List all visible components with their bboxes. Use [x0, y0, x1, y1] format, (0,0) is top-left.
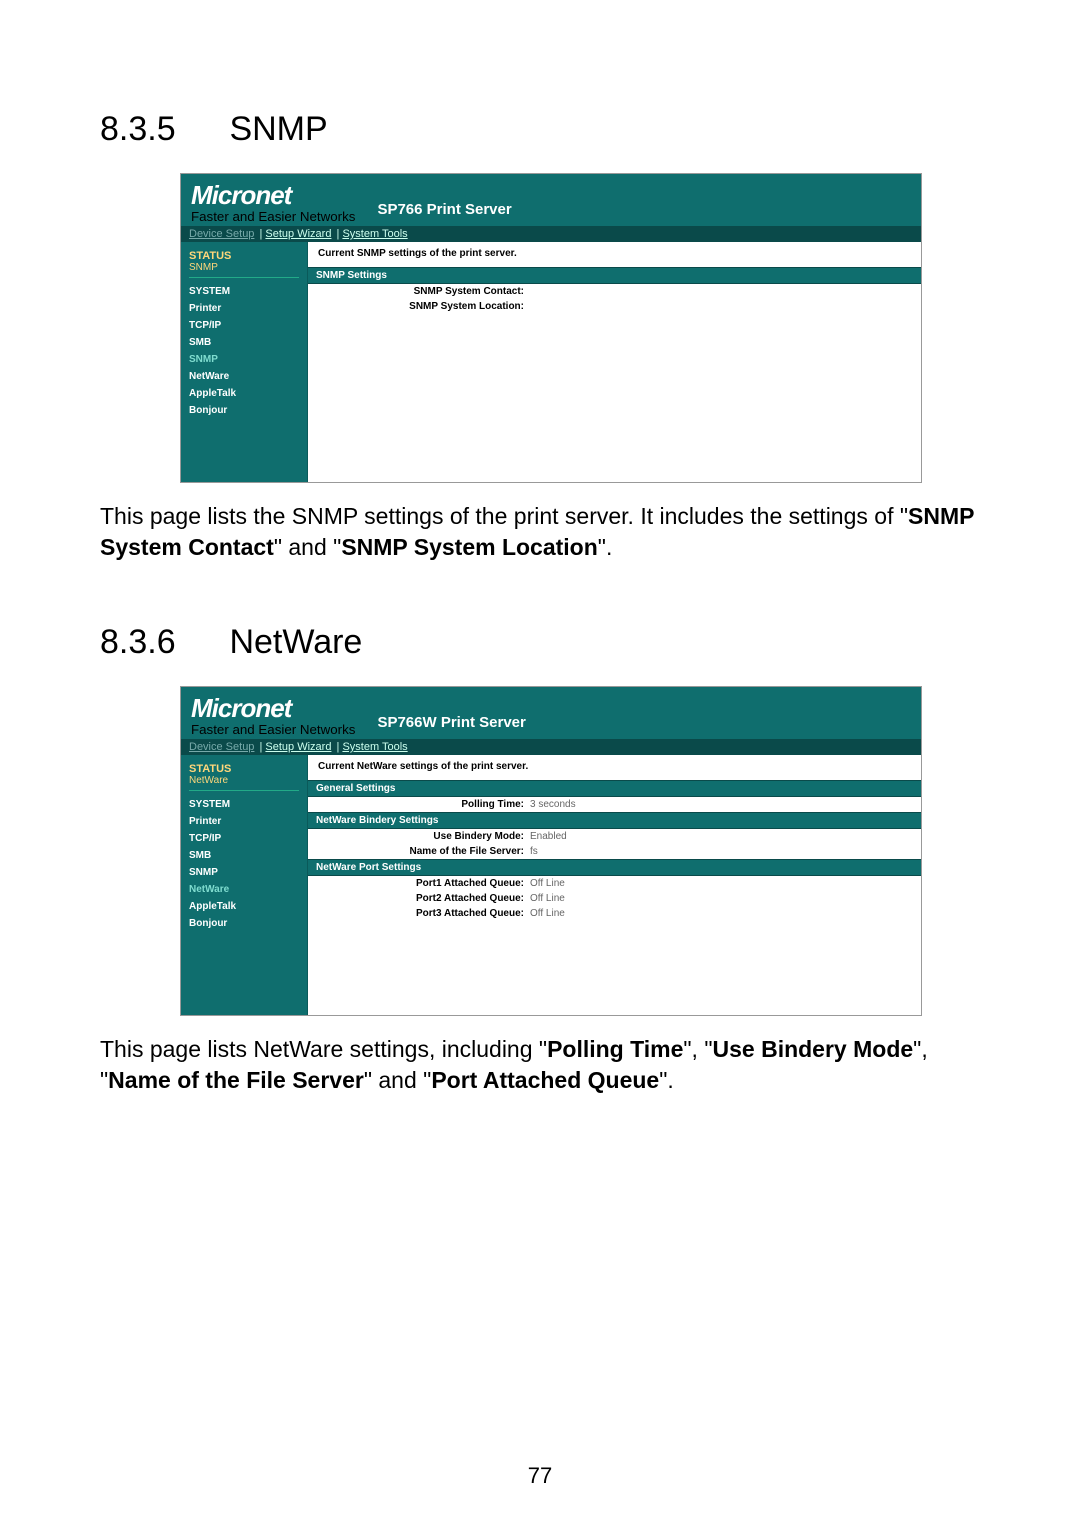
logo: Micronet Faster and Easier Networks — [191, 182, 355, 226]
value: 3 seconds — [530, 799, 576, 810]
section-bar-bindery: NetWare Bindery Settings — [308, 812, 921, 829]
page-number: 77 — [0, 1463, 1080, 1489]
logo-tagline: Faster and Easier Networks — [191, 209, 355, 224]
nav-device-setup[interactable]: Device Setup — [189, 228, 254, 240]
section-bar-port: NetWare Port Settings — [308, 859, 921, 876]
top-nav: Device Setup | Setup Wizard | System Too… — [181, 226, 921, 242]
row-port3: Port3 Attached Queue: Off Line — [308, 906, 921, 921]
screenshot-snmp: Micronet Faster and Easier Networks SP76… — [180, 173, 922, 483]
value: Off Line — [530, 878, 565, 889]
label: Port3 Attached Queue: — [314, 908, 530, 919]
label: Polling Time: — [314, 799, 530, 810]
nav-setup-wizard[interactable]: Setup Wizard — [265, 228, 331, 240]
section-bar-snmp: SNMP Settings — [308, 267, 921, 284]
paragraph-snmp: This page lists the SNMP settings of the… — [100, 501, 980, 563]
heading-number: 8.3.6 — [100, 623, 220, 662]
sidebar: STATUS NetWare SYSTEM Printer TCP/IP SMB… — [181, 755, 307, 1015]
paragraph-netware: This page lists NetWare settings, includ… — [100, 1034, 980, 1096]
breadcrumb-current: NetWare — [189, 775, 299, 791]
document-page: 8.3.5 SNMP Micronet Faster and Easier Ne… — [0, 0, 1080, 1529]
sidebar-item-bonjour[interactable]: Bonjour — [189, 405, 299, 416]
sidebar-item-system[interactable]: SYSTEM — [189, 799, 299, 810]
sidebar-item-smb[interactable]: SMB — [189, 337, 299, 348]
heading-snmp: 8.3.5 SNMP — [100, 110, 980, 149]
heading-title: NetWare — [229, 623, 362, 661]
label: SNMP System Location: — [314, 301, 530, 312]
app-header: Micronet Faster and Easier Networks SP76… — [181, 687, 921, 739]
sidebar-item-system[interactable]: SYSTEM — [189, 286, 299, 297]
label: Port1 Attached Queue: — [314, 878, 530, 889]
app-title: SP766 Print Server — [377, 201, 511, 226]
sidebar-item-appletalk[interactable]: AppleTalk — [189, 901, 299, 912]
row-port2: Port2 Attached Queue: Off Line — [308, 891, 921, 906]
heading-netware: 8.3.6 NetWare — [100, 623, 980, 662]
content-pane: Current NetWare settings of the print se… — [307, 755, 921, 1015]
row-snmp-location: SNMP System Location: — [308, 299, 921, 314]
row-port1: Port1 Attached Queue: Off Line — [308, 876, 921, 891]
value: Enabled — [530, 831, 567, 842]
sidebar-item-printer[interactable]: Printer — [189, 303, 299, 314]
lead-text: Current NetWare settings of the print se… — [308, 755, 921, 780]
sidebar: STATUS SNMP SYSTEM Printer TCP/IP SMB SN… — [181, 242, 307, 482]
label: SNMP System Contact: — [314, 286, 530, 297]
row-bindery-mode: Use Bindery Mode: Enabled — [308, 829, 921, 844]
value: Off Line — [530, 893, 565, 904]
top-nav: Device Setup | Setup Wizard | System Too… — [181, 739, 921, 755]
sidebar-item-bonjour[interactable]: Bonjour — [189, 918, 299, 929]
label: Use Bindery Mode: — [314, 831, 530, 842]
sidebar-item-netware[interactable]: NetWare — [189, 371, 299, 382]
screenshot-netware: Micronet Faster and Easier Networks SP76… — [180, 686, 922, 1016]
breadcrumb-status: STATUS — [189, 250, 299, 262]
nav-setup-wizard[interactable]: Setup Wizard — [265, 741, 331, 753]
nav-device-setup[interactable]: Device Setup — [189, 741, 254, 753]
row-file-server: Name of the File Server: fs — [308, 844, 921, 859]
nav-system-tools[interactable]: System Tools — [342, 741, 407, 753]
sidebar-item-snmp[interactable]: SNMP — [189, 867, 299, 878]
label: Name of the File Server: — [314, 846, 530, 857]
value: Off Line — [530, 908, 565, 919]
sidebar-item-printer[interactable]: Printer — [189, 816, 299, 827]
app-header: Micronet Faster and Easier Networks SP76… — [181, 174, 921, 226]
row-snmp-contact: SNMP System Contact: — [308, 284, 921, 299]
sidebar-item-smb[interactable]: SMB — [189, 850, 299, 861]
heading-title: SNMP — [229, 110, 327, 148]
breadcrumb-current: SNMP — [189, 262, 299, 278]
sidebar-item-netware[interactable]: NetWare — [189, 884, 299, 895]
logo: Micronet Faster and Easier Networks — [191, 695, 355, 739]
content-pane: Current SNMP settings of the print serve… — [307, 242, 921, 482]
logo-tagline: Faster and Easier Networks — [191, 722, 355, 737]
app-title: SP766W Print Server — [377, 714, 525, 739]
heading-number: 8.3.5 — [100, 110, 220, 149]
section-bar-general: General Settings — [308, 780, 921, 797]
value: fs — [530, 846, 538, 857]
breadcrumb-status: STATUS — [189, 763, 299, 775]
nav-system-tools[interactable]: System Tools — [342, 228, 407, 240]
sidebar-item-snmp[interactable]: SNMP — [189, 354, 299, 365]
row-polling-time: Polling Time: 3 seconds — [308, 797, 921, 812]
sidebar-item-appletalk[interactable]: AppleTalk — [189, 388, 299, 399]
lead-text: Current SNMP settings of the print serve… — [308, 242, 921, 267]
sidebar-item-tcpip[interactable]: TCP/IP — [189, 320, 299, 331]
label: Port2 Attached Queue: — [314, 893, 530, 904]
sidebar-item-tcpip[interactable]: TCP/IP — [189, 833, 299, 844]
